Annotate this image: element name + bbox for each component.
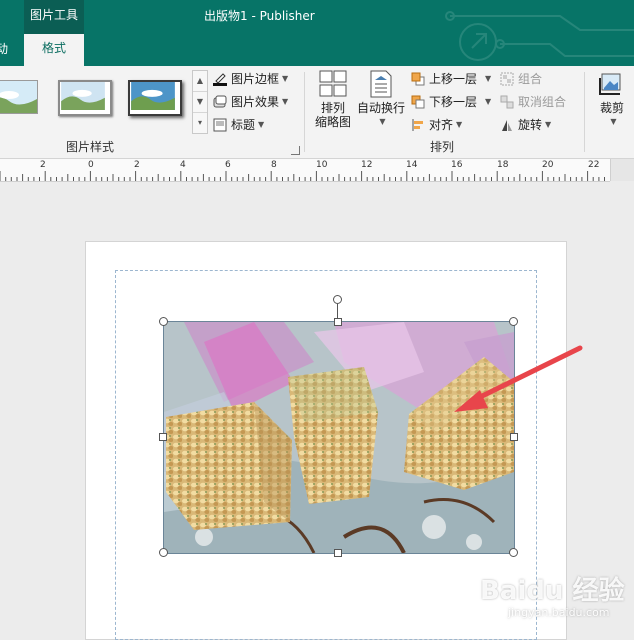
chevron-down-icon: ▼ [610, 117, 617, 126]
rotation-handle[interactable] [333, 295, 342, 304]
ruler-label: 6 [225, 160, 231, 170]
ruler-label: 4 [180, 160, 186, 170]
bring-forward-button[interactable]: 上移一层 ▼ [411, 70, 491, 87]
picture-border-button[interactable]: 图片边框 ▼ [213, 70, 288, 87]
chevron-down-icon: ▼ [282, 97, 289, 106]
group-icon [500, 72, 514, 85]
arrange-thumbnails-button[interactable]: 排列 缩略图 [312, 70, 354, 129]
ruler-label: 18 [497, 160, 509, 170]
pen-border-icon [213, 72, 227, 86]
send-backward-button[interactable]: 下移一层 ▼ [411, 93, 491, 110]
arrange-thumbnails-icon [319, 70, 347, 97]
gallery-up-icon[interactable]: ▲ [193, 71, 207, 92]
send-backward-icon [411, 95, 425, 108]
ruler-label: 2 [134, 160, 140, 170]
gallery-down-icon[interactable]: ▼ [193, 92, 207, 113]
tab-animation-partial[interactable]: 动 [0, 40, 8, 57]
dialog-launcher-icon[interactable] [291, 146, 300, 155]
ribbon: ▲ ▼ ▾ 图片边框 ▼ 图片效果 ▼ 标题 ▼ 图片样式 排列 缩略图 自动换行 ▼… [0, 66, 634, 159]
ruler-label: 0 [88, 160, 94, 170]
ungroup-icon [500, 95, 514, 108]
resize-handle[interactable] [159, 317, 168, 326]
ruler-label: 14 [406, 160, 418, 170]
group-separator [304, 72, 305, 152]
document-title: 出版物1 - Publisher [204, 9, 315, 23]
picture-style-thumbnail[interactable] [58, 80, 112, 116]
group-button[interactable]: 组合 [500, 70, 542, 87]
ruler-label: 12 [361, 160, 373, 170]
chevron-down-icon: ▼ [282, 74, 289, 83]
annotation-arrow-icon [454, 345, 583, 412]
ruler-label: 8 [271, 160, 277, 170]
rotate-icon [502, 119, 512, 131]
ruler-label: 10 [316, 160, 328, 170]
resize-handle[interactable] [509, 548, 518, 557]
crop-icon [599, 73, 621, 95]
ungroup-button[interactable]: 取消组合 [500, 93, 566, 110]
crop-button[interactable]: 裁剪 ▼ [592, 70, 632, 129]
picture-styles-group-label: 图片样式 [66, 140, 115, 154]
ruler-label: 20 [542, 160, 554, 170]
baidu-watermark-url: jingyan.baidu.com [508, 606, 610, 619]
ruler-label: 22 [588, 160, 600, 170]
caption-button[interactable]: 标题 ▼ [213, 116, 264, 133]
ruler-corner [610, 159, 634, 181]
picture-tools-context-label: 图片工具 [24, 0, 84, 34]
wrap-text-button[interactable]: 自动换行 ▼ [356, 70, 406, 129]
resize-handle[interactable] [509, 317, 518, 326]
chevron-down-icon: ▼ [485, 97, 492, 106]
align-button[interactable]: 对齐 ▼ [411, 116, 462, 133]
chevron-down-icon: ▼ [485, 74, 492, 83]
picture-style-thumbnail[interactable] [0, 80, 38, 114]
tab-format[interactable]: 格式 [24, 34, 84, 66]
bring-forward-icon [411, 72, 425, 85]
resize-handle[interactable] [334, 318, 342, 326]
caption-icon [213, 118, 227, 131]
chevron-down-icon: ▼ [545, 120, 552, 129]
group-separator [584, 72, 585, 152]
rotate-button[interactable]: 旋转 ▼ [500, 116, 551, 133]
wrap-text-icon [370, 70, 392, 98]
circuit-decoration-icon [445, 11, 634, 61]
picture-style-thumbnail[interactable] [128, 80, 182, 116]
picture-effects-icon [213, 95, 227, 107]
arrange-group-label: 排列 [430, 140, 455, 154]
resize-handle[interactable] [334, 549, 342, 557]
chevron-down-icon: ▼ [456, 120, 463, 129]
ruler-label: 16 [451, 160, 463, 170]
gallery-more-icon[interactable]: ▾ [193, 113, 207, 133]
gallery-scroll[interactable]: ▲ ▼ ▾ [192, 70, 208, 134]
picture-effects-button[interactable]: 图片效果 ▼ [213, 93, 288, 110]
resize-handle[interactable] [159, 548, 168, 557]
resize-handle[interactable] [510, 433, 518, 441]
align-icon [412, 118, 423, 131]
ruler-label: 2 [40, 160, 46, 170]
chevron-down-icon: ▼ [379, 117, 386, 126]
resize-handle[interactable] [159, 433, 167, 441]
baidu-watermark: Baidu 经验 [480, 576, 625, 606]
chevron-down-icon: ▼ [258, 120, 265, 129]
horizontal-ruler[interactable]: 2 0 2 4 6 8 10 12 14 16 18 20 22 [0, 159, 610, 182]
